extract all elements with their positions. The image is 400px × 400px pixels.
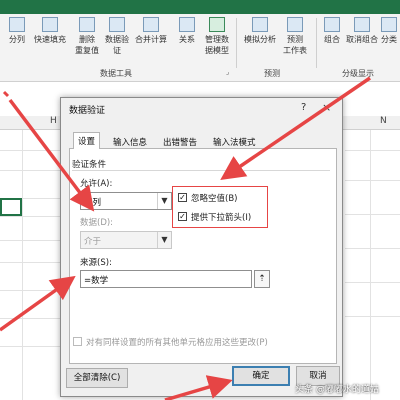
column-header-h[interactable]: H <box>50 116 57 126</box>
group-label-forecast: 预测 <box>264 69 280 78</box>
grid-line <box>0 150 60 151</box>
data-validation-icon <box>109 17 125 32</box>
flash-fill-button[interactable]: 快速填充 <box>30 17 70 45</box>
group-label-outline: 分级显示 <box>342 69 374 78</box>
ignore-blank-label: 忽略空值(B) <box>191 194 238 204</box>
forecast-sheet-icon <box>287 17 303 32</box>
grid-line <box>345 282 400 283</box>
apply-all-label: 对有同样设置的所有其他单元格应用这些更改(P) <box>86 338 268 348</box>
chevron-down-icon: ▼ <box>157 232 171 248</box>
close-icon[interactable]: × <box>322 101 331 114</box>
tab-input-message[interactable]: 输入信息 <box>109 134 151 149</box>
ungroup-icon <box>354 17 370 32</box>
group-icon <box>324 17 340 32</box>
data-label: 数据(D): <box>80 218 114 228</box>
ignore-blank-checkbox[interactable]: ✓ <box>178 193 187 202</box>
grid-line <box>0 262 60 263</box>
dialog-tabs: 设置 输入信息 出错警告 输入法模式 <box>69 132 337 150</box>
grid-line <box>370 130 371 400</box>
data-model-icon <box>209 17 225 32</box>
grid-line <box>345 316 400 317</box>
tab-settings[interactable]: 设置 <box>73 132 101 150</box>
ribbon: 分列 快速填充 删除 重复值 数据验 证 合并计算 关系 管理数 据模型 模拟分… <box>0 0 400 82</box>
data-select: 介于 ▼ <box>80 231 172 249</box>
grid-line <box>0 216 60 217</box>
relationships-button[interactable]: 关系 <box>170 17 204 45</box>
allow-select-value: 序列 <box>84 198 102 208</box>
grid-line <box>345 150 400 151</box>
forecast-sheet-button[interactable]: 预测 工作表 <box>278 17 312 56</box>
split-column-button[interactable]: 分列 <box>0 17 34 45</box>
split-column-icon <box>9 17 25 32</box>
grid-line <box>345 248 400 249</box>
subtotal-button[interactable]: 分类 <box>378 17 400 45</box>
column-header-n[interactable]: N <box>380 116 387 126</box>
grid-line <box>0 240 60 241</box>
ribbon-separator <box>236 18 237 68</box>
dialog-title: 数据验证 <box>69 106 106 116</box>
grid-line <box>345 214 400 215</box>
remove-duplicates-icon <box>79 17 95 32</box>
data-select-value: 介于 <box>84 237 102 247</box>
data-model-button[interactable]: 管理数 据模型 <box>200 17 234 56</box>
ungroup-button[interactable]: 取消组合 <box>344 17 380 45</box>
dropdown-arrow-checkbox[interactable]: ✓ <box>178 212 187 221</box>
ok-button[interactable]: 确定 <box>232 366 290 386</box>
ribbon-separator <box>316 18 317 68</box>
watermark-text: 头条 @嘟嘟水的道姑 <box>295 385 379 395</box>
what-if-icon <box>252 17 268 32</box>
group-expand-icon[interactable]: ⌟ <box>226 68 229 76</box>
group-button[interactable]: 组合 <box>318 17 346 45</box>
group-label-data-tools: 数据工具 <box>100 69 132 78</box>
remove-duplicates-button[interactable]: 删除 重复值 <box>70 17 104 56</box>
section-divider <box>72 170 330 171</box>
allow-select[interactable]: 序列 ▼ <box>80 192 172 210</box>
flash-fill-icon <box>42 17 58 32</box>
consolidate-icon <box>143 17 159 32</box>
tab-error-alert[interactable]: 出错警告 <box>159 134 201 149</box>
source-label: 来源(S): <box>80 258 112 268</box>
dropdown-arrow-label: 提供下拉箭头(I) <box>191 213 252 223</box>
clear-all-button[interactable]: 全部清除(C) <box>66 368 128 388</box>
source-input-value: =数学 <box>84 276 109 286</box>
grid-line <box>0 290 60 291</box>
apply-all-checkbox[interactable] <box>73 337 82 346</box>
consolidate-button[interactable]: 合并计算 <box>132 17 170 45</box>
chevron-down-icon: ▼ <box>157 193 171 209</box>
data-validation-button[interactable]: 数据验 证 <box>100 17 134 56</box>
allow-label: 允许(A): <box>80 179 113 189</box>
tab-ime-mode[interactable]: 输入法模式 <box>209 134 260 149</box>
grid-line <box>345 180 400 181</box>
source-input[interactable]: =数学 <box>80 270 252 288</box>
ribbon-tab-bar <box>0 0 400 14</box>
what-if-button[interactable]: 模拟分析 <box>240 17 280 45</box>
grid-line <box>0 346 60 347</box>
selected-cell[interactable] <box>0 198 22 216</box>
grid-line <box>0 318 60 319</box>
grid-line <box>0 170 60 171</box>
relationships-icon <box>179 17 195 32</box>
range-select-icon[interactable]: ⇡ <box>254 270 270 288</box>
section-title: 验证条件 <box>72 160 107 170</box>
help-icon[interactable]: ? <box>301 102 306 113</box>
subtotal-icon <box>381 17 397 32</box>
